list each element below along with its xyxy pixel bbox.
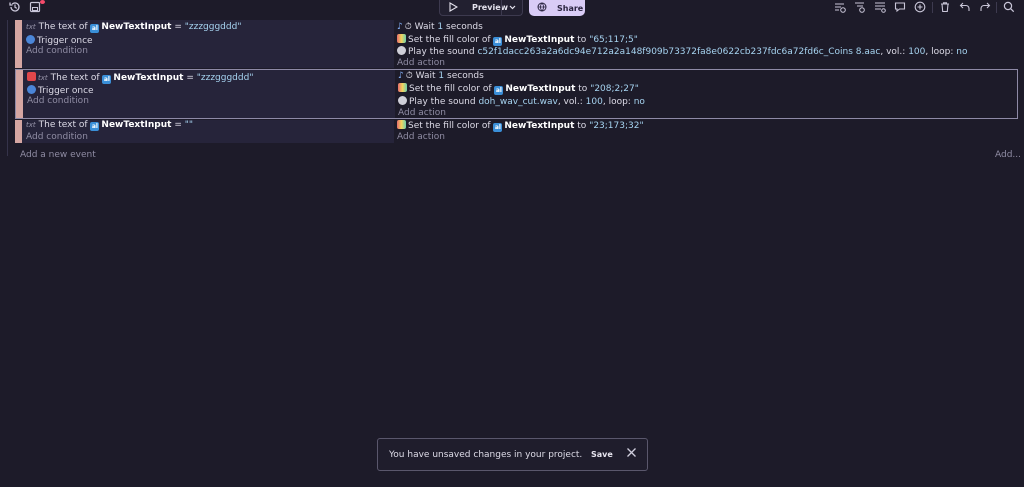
- condition-text-compare[interactable]: txt The text of al NewTextInput = "zzzgggd…: [27, 72, 253, 84]
- text-input-object-icon: al: [102, 75, 112, 84]
- trigger-once-icon: [26, 35, 35, 44]
- condition-trigger-once[interactable]: Trigger once: [26, 35, 93, 46]
- add-action-button[interactable]: Add action: [398, 108, 446, 118]
- event-row[interactable]: txt The text of al NewTextInput = "" Add c…: [15, 120, 1018, 143]
- action-play-sound[interactable]: Play the sound c52f1dacc263a2a6dc94e712a…: [397, 46, 967, 57]
- text-input-object-icon: al: [90, 24, 100, 33]
- action-set-fill-color[interactable]: Set the fill color of al NewTextInput to …: [397, 34, 638, 46]
- timer-icon: ⏱: [405, 71, 413, 81]
- add-new-event-button[interactable]: Add a new event: [20, 150, 96, 160]
- snackbar-save-button[interactable]: Save: [591, 450, 613, 459]
- unsaved-changes-snackbar: You have unsaved changes in your project…: [377, 438, 648, 471]
- text-input-object-icon: al: [494, 86, 504, 95]
- add-icon[interactable]: [913, 0, 927, 14]
- share-label: Share: [557, 3, 584, 13]
- action-wait[interactable]: ♪ ⏱ Wait 1 seconds: [397, 22, 483, 32]
- event-error-icon: [27, 72, 36, 81]
- event-drag-handle[interactable]: [15, 120, 22, 143]
- text-input-object-icon: al: [493, 123, 503, 132]
- chevron-down-icon[interactable]: [508, 3, 517, 14]
- text-input-object-icon: al: [493, 37, 503, 46]
- action-set-fill-color[interactable]: Set the fill color of al NewTextInput to …: [398, 83, 639, 95]
- add-more-button[interactable]: Add...: [995, 150, 1021, 160]
- add-condition-button[interactable]: Add condition: [26, 46, 88, 56]
- globe-icon: [537, 2, 547, 14]
- add-condition-button[interactable]: Add condition: [26, 132, 88, 142]
- play-icon: [449, 1, 459, 14]
- undo-icon[interactable]: [958, 0, 972, 14]
- history-icon[interactable]: [8, 0, 22, 14]
- event-row-selected[interactable]: txt The text of al NewTextInput = "zzzgggd…: [15, 69, 1018, 119]
- event-drag-handle[interactable]: [16, 70, 23, 118]
- sound-icon: [398, 96, 407, 105]
- event-row[interactable]: txt The text of al NewTextInput = "zzzgggd…: [15, 20, 1018, 68]
- add-event-icon[interactable]: [833, 0, 847, 14]
- music-note-icon: ♪: [397, 22, 403, 32]
- fill-color-icon: [398, 83, 407, 92]
- toolbar: Preview Share: [0, 0, 1024, 17]
- condition-trigger-once[interactable]: Trigger once: [27, 85, 94, 96]
- trigger-once-icon: [27, 85, 36, 94]
- delete-icon[interactable]: [938, 0, 952, 14]
- add-comment-icon[interactable]: [873, 0, 887, 14]
- text-compare-icon: txt: [38, 74, 48, 82]
- unsaved-indicator: [40, 0, 45, 4]
- text-compare-icon: txt: [26, 121, 36, 129]
- preview-label: Preview: [472, 3, 509, 12]
- share-button[interactable]: Share: [529, 0, 585, 16]
- music-note-icon: ♪: [398, 71, 404, 81]
- text-input-object-icon: al: [90, 122, 100, 131]
- event-drag-handle[interactable]: [15, 20, 22, 68]
- fill-color-icon: [397, 120, 406, 129]
- add-subevent-icon[interactable]: [853, 0, 867, 14]
- action-set-fill-color[interactable]: Set the fill color of al NewTextInput to …: [397, 120, 644, 132]
- text-compare-icon: txt: [26, 23, 36, 31]
- redo-icon[interactable]: [978, 0, 992, 14]
- action-wait[interactable]: ♪ ⏱ Wait 1 seconds: [398, 71, 484, 81]
- timer-icon: ⏱: [404, 22, 412, 32]
- snackbar-message: You have unsaved changes in your project…: [389, 450, 583, 460]
- condition-text-compare[interactable]: txt The text of al NewTextInput = "": [26, 120, 193, 131]
- add-condition-button[interactable]: Add condition: [27, 96, 89, 106]
- fill-color-icon: [397, 34, 406, 43]
- close-icon[interactable]: [626, 447, 637, 461]
- action-play-sound[interactable]: Play the sound doh_wav_cut.wav, vol.: 10…: [398, 96, 645, 107]
- add-action-button[interactable]: Add action: [397, 58, 445, 68]
- add-action-button[interactable]: Add action: [397, 132, 445, 142]
- chat-icon[interactable]: [893, 0, 907, 14]
- sound-icon: [397, 46, 406, 55]
- search-icon[interactable]: [1002, 0, 1016, 14]
- condition-text-compare[interactable]: txt The text of al NewTextInput = "zzzgggd…: [26, 22, 241, 33]
- preview-button[interactable]: Preview: [439, 0, 523, 16]
- event-tree-guide: [7, 20, 8, 156]
